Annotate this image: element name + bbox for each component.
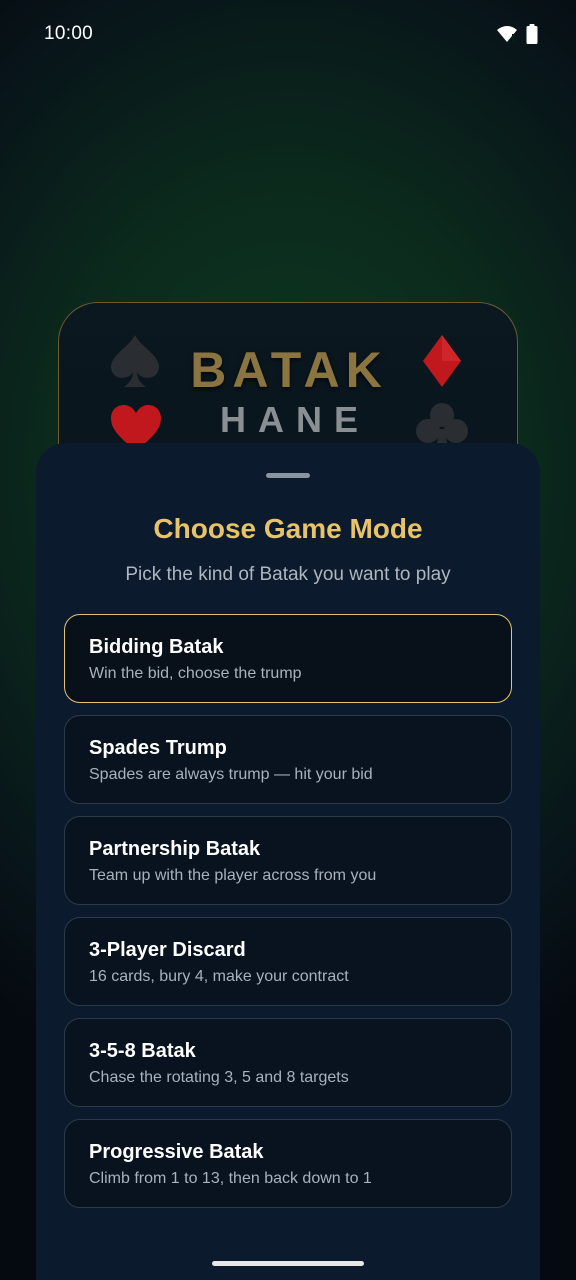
sheet-drag-handle[interactable] <box>266 473 310 478</box>
gesture-nav-handle[interactable] <box>212 1261 364 1266</box>
mode-description: Chase the rotating 3, 5 and 8 targets <box>89 1069 349 1086</box>
mode-option-progressive-batak[interactable]: Progressive Batak Climb from 1 to 13, th… <box>64 1119 512 1208</box>
mode-title: Progressive Batak <box>89 1141 264 1163</box>
mode-description: Spades are always trump — hit your bid <box>89 766 373 783</box>
mode-option-spades-trump[interactable]: Spades Trump Spades are always trump — h… <box>64 715 512 804</box>
logo-subtitle: HANE <box>219 399 370 440</box>
status-icons <box>496 24 538 44</box>
mode-description: Win the bid, choose the trump <box>89 665 302 682</box>
status-time: 10:00 <box>44 23 94 44</box>
sheet-title: Choose Game Mode <box>153 513 423 544</box>
sheet-subtitle: Pick the kind of Batak you want to play <box>125 564 451 585</box>
mode-description: Team up with the player across from you <box>89 867 377 884</box>
mode-option-partnership-batak[interactable]: Partnership Batak Team up with the playe… <box>64 816 512 905</box>
mode-option-3-player-discard[interactable]: 3-Player Discard 16 cards, bury 4, make … <box>64 917 512 1006</box>
mode-title: Bidding Batak <box>89 636 224 658</box>
game-mode-list: Bidding Batak Win the bid, choose the tr… <box>64 614 512 1220</box>
mode-option-3-5-8-batak[interactable]: 3-5-8 Batak Chase the rotating 3, 5 and … <box>64 1018 512 1107</box>
mode-description: Climb from 1 to 13, then back down to 1 <box>89 1170 372 1187</box>
mode-title: Partnership Batak <box>89 838 261 860</box>
mode-title: 3-5-8 Batak <box>89 1040 196 1062</box>
status-bar: 10:00 <box>0 0 576 68</box>
logo-title: BATAK <box>190 342 388 398</box>
mode-description: 16 cards, bury 4, make your contract <box>89 968 349 985</box>
mode-title: Spades Trump <box>89 737 227 759</box>
game-mode-sheet: Choose Game Mode Pick the kind of Batak … <box>36 443 540 1280</box>
battery-icon <box>526 24 538 44</box>
wifi-icon <box>496 25 518 43</box>
mode-title: 3-Player Discard <box>89 939 246 961</box>
mode-option-bidding-batak[interactable]: Bidding Batak Win the bid, choose the tr… <box>64 614 512 703</box>
